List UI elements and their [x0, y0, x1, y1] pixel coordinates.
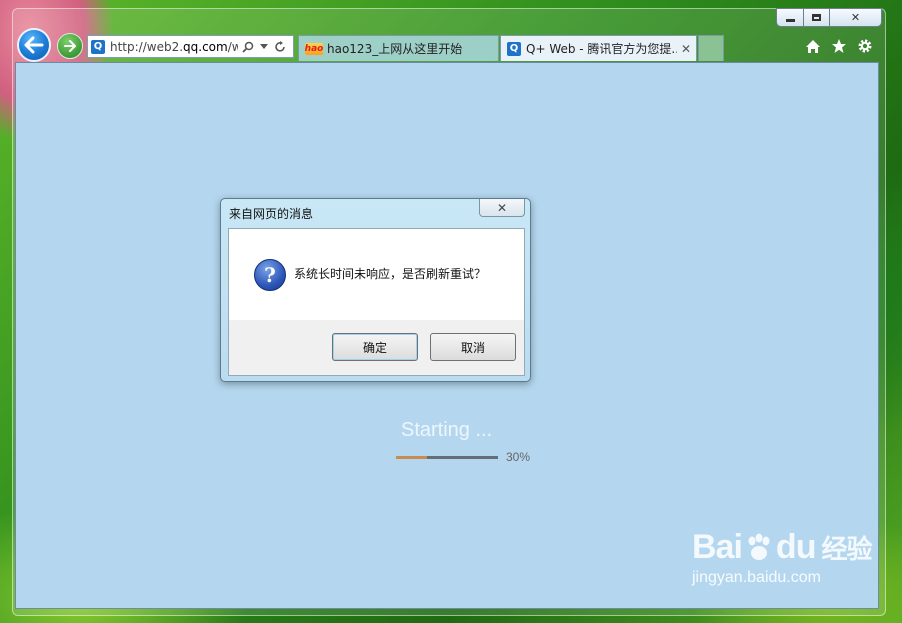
window-controls: ✕: [776, 8, 882, 28]
qq-icon: Q: [507, 41, 521, 56]
url-suffix: /w: [227, 39, 238, 54]
tab-close-icon[interactable]: ✕: [681, 42, 691, 56]
address-bar[interactable]: Q http://web2.qq.com/w: [87, 35, 294, 58]
dropdown-icon[interactable]: [260, 43, 268, 50]
loading-progress-bar: [396, 456, 498, 459]
dialog-close-button[interactable]: ✕: [479, 199, 525, 217]
progress-fill: [396, 456, 427, 459]
address-url[interactable]: http://web2.qq.com/w: [110, 40, 238, 54]
forward-arrow-icon: [64, 40, 76, 52]
progress-percent: 30%: [506, 450, 531, 464]
baidu-jingyan-watermark: Bai du 经验 jingyan.baidu.com: [692, 528, 872, 587]
watermark-brand-tail: du: [775, 528, 817, 566]
search-icon[interactable]: [242, 41, 254, 53]
refresh-icon[interactable]: [274, 40, 286, 53]
hao123-icon: hao: [304, 42, 324, 55]
loading-status-text: Starting ...: [401, 419, 493, 441]
alert-dialog: 来自网页的消息 ✕ ? 系统长时间未响应，是否刷新重试？ 确定 取消: [220, 198, 531, 382]
dialog-message: 系统长时间未响应，是否刷新重试？: [294, 267, 487, 281]
tab-qplus-web[interactable]: Q Q+ Web - 腾讯官方为您提... ✕: [500, 35, 697, 61]
close-icon: ✕: [496, 200, 508, 215]
watermark-logo: Bai du 经验: [692, 528, 872, 567]
back-arrow-icon: [24, 36, 44, 54]
address-bar-icons: [242, 40, 286, 53]
tab-title: Q+ Web - 腾讯官方为您提...: [526, 42, 677, 56]
settings-gear-icon[interactable]: [856, 37, 874, 55]
tab-title: hao123_上网从这里开始: [327, 42, 463, 56]
paw-icon: [748, 533, 770, 560]
ok-button[interactable]: 确定: [332, 333, 418, 361]
cancel-button[interactable]: 取消: [430, 333, 516, 361]
watermark-brand-cn: 经验: [821, 534, 872, 564]
close-window-button[interactable]: ✕: [830, 8, 882, 27]
minimize-button[interactable]: [776, 8, 804, 27]
favorites-star-icon[interactable]: [830, 37, 848, 55]
question-icon: ?: [254, 259, 286, 291]
home-icon[interactable]: [804, 37, 822, 55]
close-icon: ✕: [850, 11, 861, 24]
minimize-icon: [785, 19, 795, 22]
back-button[interactable]: [17, 28, 51, 62]
url-domain: qq.com: [183, 39, 228, 54]
maximize-button[interactable]: [804, 8, 830, 27]
dialog-title: 来自网页的消息: [229, 207, 314, 221]
tab-hao123[interactable]: hao hao123_上网从这里开始: [298, 35, 499, 61]
new-tab-button[interactable]: [698, 35, 724, 61]
browser-toolbar-icons: [804, 37, 874, 55]
dialog-body: ? 系统长时间未响应，是否刷新重试？ 确定 取消: [228, 228, 525, 376]
watermark-url: jingyan.baidu.com: [692, 569, 821, 586]
forward-button[interactable]: [57, 33, 83, 59]
maximize-icon: [812, 14, 821, 21]
watermark-brand: Bai: [692, 528, 743, 566]
url-prefix: http://web2.: [110, 39, 184, 54]
site-favicon-icon: Q: [91, 39, 105, 54]
